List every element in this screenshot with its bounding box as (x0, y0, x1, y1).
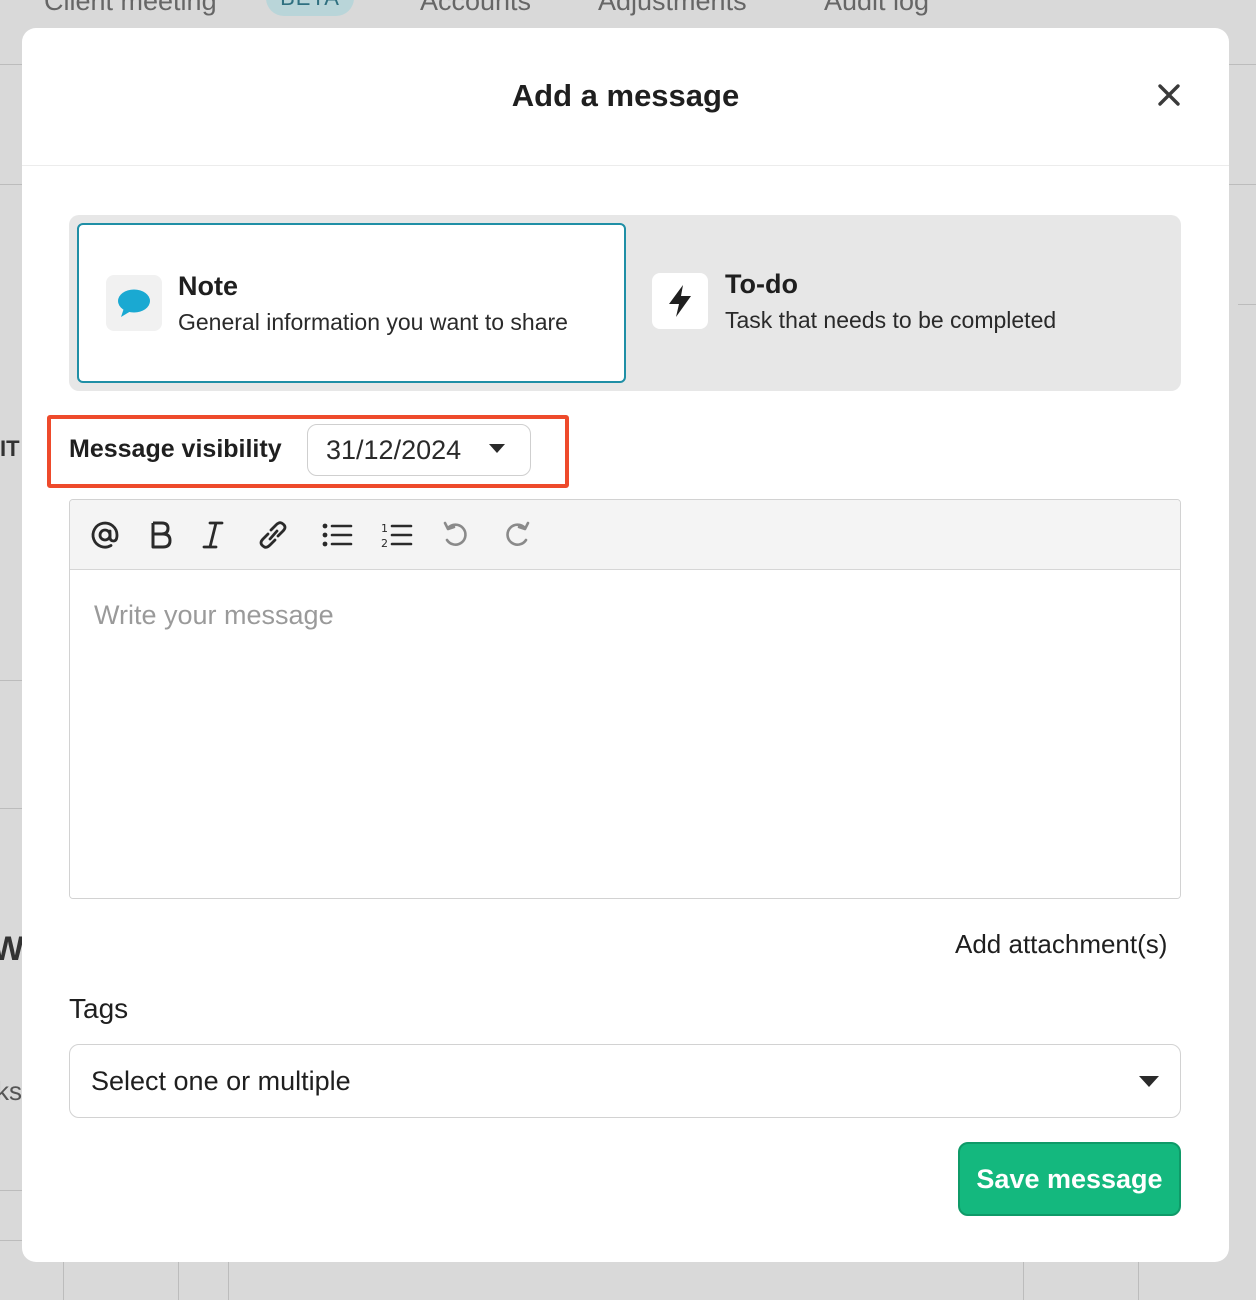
bg-divider (1138, 1262, 1139, 1300)
save-message-button[interactable]: Save message (958, 1142, 1181, 1216)
bg-divider (0, 184, 22, 185)
bg-divider (0, 1240, 22, 1241)
mention-button[interactable] (86, 516, 124, 554)
dialog-header: Add a message (22, 28, 1229, 166)
numbered-list-button[interactable]: 1 2 (378, 516, 416, 554)
bg-divider (0, 1190, 22, 1191)
message-input[interactable] (70, 572, 1180, 898)
tags-label: Tags (69, 993, 129, 1024)
close-icon (1158, 84, 1180, 106)
close-button[interactable] (1156, 82, 1182, 108)
italic-icon (202, 521, 224, 549)
visibility-date-value: 31/12/2024 (326, 435, 462, 465)
bullet-list-button[interactable] (318, 516, 356, 554)
svg-text:2: 2 (381, 537, 388, 550)
note-title: Note (178, 271, 238, 301)
redo-button[interactable] (498, 516, 536, 554)
message-type-selector: Note General information you want to sha… (69, 215, 1181, 391)
editor-toolbar: 1 2 (70, 500, 1180, 570)
chevron-down-icon (489, 444, 505, 453)
bg-divider (0, 680, 22, 681)
message-editor: 1 2 (69, 499, 1181, 899)
beta-badge: BETA (266, 0, 354, 16)
link-button[interactable] (254, 516, 292, 554)
svg-text:1: 1 (381, 522, 388, 535)
undo-button[interactable] (437, 516, 475, 554)
visibility-date-dropdown[interactable]: 31/12/2024 (307, 424, 531, 476)
bg-text-fragment: ks (0, 1076, 22, 1106)
mention-icon (91, 521, 119, 549)
note-description: General information you want to share (178, 309, 568, 335)
tags-dropdown[interactable]: Select one or multiple (69, 1044, 1181, 1118)
bold-button[interactable] (142, 516, 180, 554)
bg-text-fragment: W (0, 930, 25, 968)
bg-divider (1238, 304, 1256, 305)
numbered-list-icon: 1 2 (381, 522, 413, 550)
bg-divider (228, 1262, 229, 1300)
tab-adjustments[interactable]: Adjustments (598, 0, 747, 17)
message-type-todo[interactable]: To-do Task that needs to be completed (635, 223, 1173, 383)
add-message-dialog: Add a message Note General information y… (22, 28, 1229, 1262)
italic-button[interactable] (194, 516, 232, 554)
bg-divider (0, 64, 22, 65)
lightning-bolt-icon (652, 273, 708, 329)
bg-divider (178, 1262, 179, 1300)
redo-icon (506, 521, 530, 546)
chevron-down-icon (1139, 1076, 1159, 1087)
tab-client-meeting[interactable]: Client meeting (44, 0, 217, 17)
add-attachment-link[interactable]: Add attachment(s) (955, 929, 1167, 960)
dialog-title: Add a message (511, 78, 740, 113)
bg-divider (1229, 64, 1256, 65)
speech-bubble-icon (106, 275, 162, 331)
bg-divider (1023, 1262, 1024, 1300)
bg-divider (0, 808, 22, 809)
bold-icon (151, 521, 172, 549)
visibility-label: Message visibility (69, 435, 282, 463)
tab-accounts[interactable]: Accounts (420, 0, 531, 17)
tab-audit-log[interactable]: Audit log (824, 0, 929, 17)
tags-placeholder: Select one or multiple (91, 1066, 351, 1096)
undo-icon (443, 521, 467, 546)
bullet-list-icon (322, 523, 353, 547)
bg-divider (63, 1262, 64, 1300)
bg-text-fragment: IT (0, 436, 20, 461)
link-icon (259, 521, 287, 549)
todo-description: Task that needs to be completed (725, 307, 1057, 333)
bg-divider (1229, 184, 1256, 185)
message-type-note[interactable]: Note General information you want to sha… (77, 223, 626, 383)
todo-title: To-do (725, 269, 798, 299)
